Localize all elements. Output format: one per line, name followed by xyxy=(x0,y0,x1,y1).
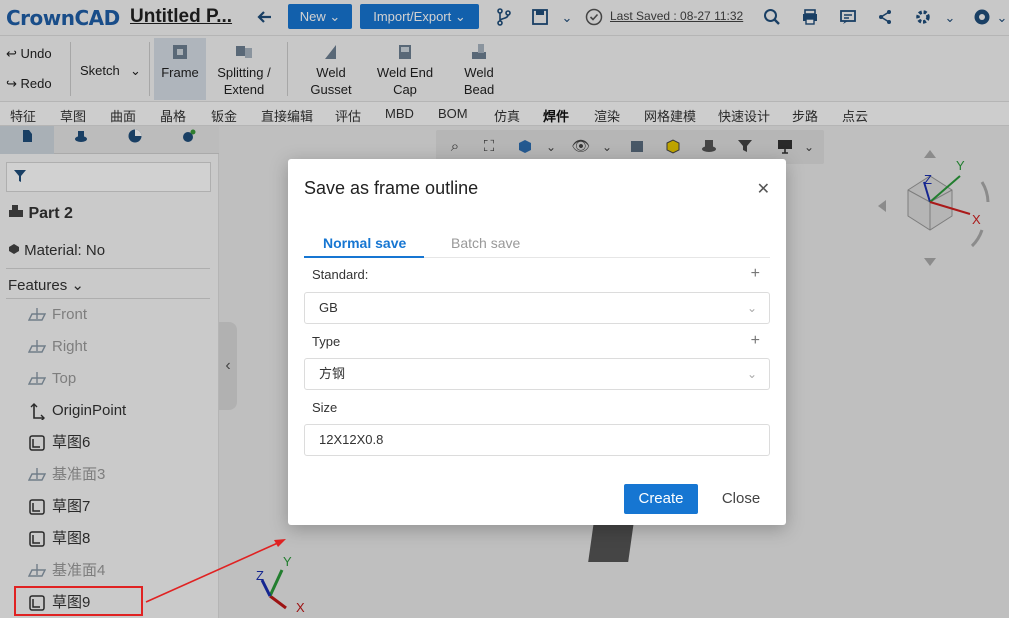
annotation-arrow xyxy=(145,539,286,603)
standard-label: Standard: xyxy=(312,267,369,282)
type-select[interactable]: 方钢 ⌄ xyxy=(304,358,770,390)
size-input-value: 12X12X0.8 xyxy=(319,432,384,447)
add-standard-plus-icon[interactable]: + xyxy=(751,265,760,283)
add-type-plus-icon[interactable]: + xyxy=(751,332,760,350)
type-label: Type xyxy=(312,334,341,349)
chevron-down-icon: ⌄ xyxy=(746,301,757,315)
active-tab-indicator xyxy=(304,256,424,258)
tab-normal-save[interactable]: Normal save xyxy=(323,235,406,251)
save-frame-outline-dialog: Save as frame outline ✕ Normal save Batc… xyxy=(288,159,786,525)
close-button[interactable]: Close xyxy=(716,484,766,514)
tab-batch-save[interactable]: Batch save xyxy=(451,235,520,251)
standard-select-value: GB xyxy=(319,300,338,315)
type-select-value: 方钢 xyxy=(319,366,346,381)
highlight-box xyxy=(14,586,143,616)
size-input[interactable]: 12X12X0.8 xyxy=(304,424,770,456)
chevron-down-icon: ⌄ xyxy=(746,367,757,381)
standard-select[interactable]: GB ⌄ xyxy=(304,292,770,324)
size-label: Size xyxy=(312,400,338,415)
dialog-title: Save as frame outline xyxy=(304,178,479,198)
create-button[interactable]: Create xyxy=(624,484,698,514)
close-icon[interactable]: ✕ xyxy=(757,179,770,199)
